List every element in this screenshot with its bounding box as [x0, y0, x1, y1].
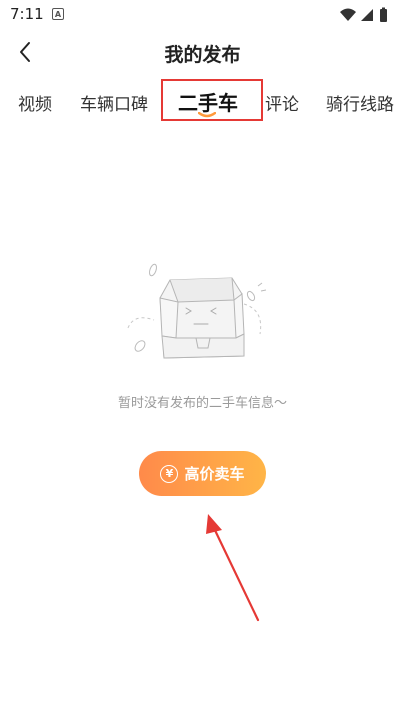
- yen-icon: ¥: [160, 464, 179, 483]
- sell-car-button[interactable]: ¥ 高价卖车: [139, 451, 266, 496]
- sell-car-label: 高价卖车: [184, 465, 245, 483]
- empty-state-message: 暂时没有发布的二手车信息～: [117, 396, 287, 411]
- battery-icon: [380, 7, 387, 22]
- annotation-arrow: [206, 514, 260, 622]
- status-time: 7:11: [10, 5, 44, 23]
- status-bar: 7:11 A: [0, 0, 405, 30]
- annotation-highlight-box: [161, 79, 263, 121]
- page-title: 我的发布: [164, 44, 241, 66]
- signal-icon: [361, 9, 373, 21]
- empty-box-illustration: [127, 263, 267, 359]
- tab-vehicle-reviews[interactable]: 车辆口碑: [80, 90, 148, 115]
- tab-riding-routes[interactable]: 骑行线路: [326, 90, 394, 115]
- header: 我的发布: [0, 34, 405, 70]
- tab-comments[interactable]: 评论: [265, 90, 299, 115]
- wifi-icon: [340, 8, 356, 21]
- tab-video[interactable]: 视频: [18, 90, 52, 115]
- notification-icon: A: [52, 8, 64, 20]
- status-icons: [339, 6, 395, 28]
